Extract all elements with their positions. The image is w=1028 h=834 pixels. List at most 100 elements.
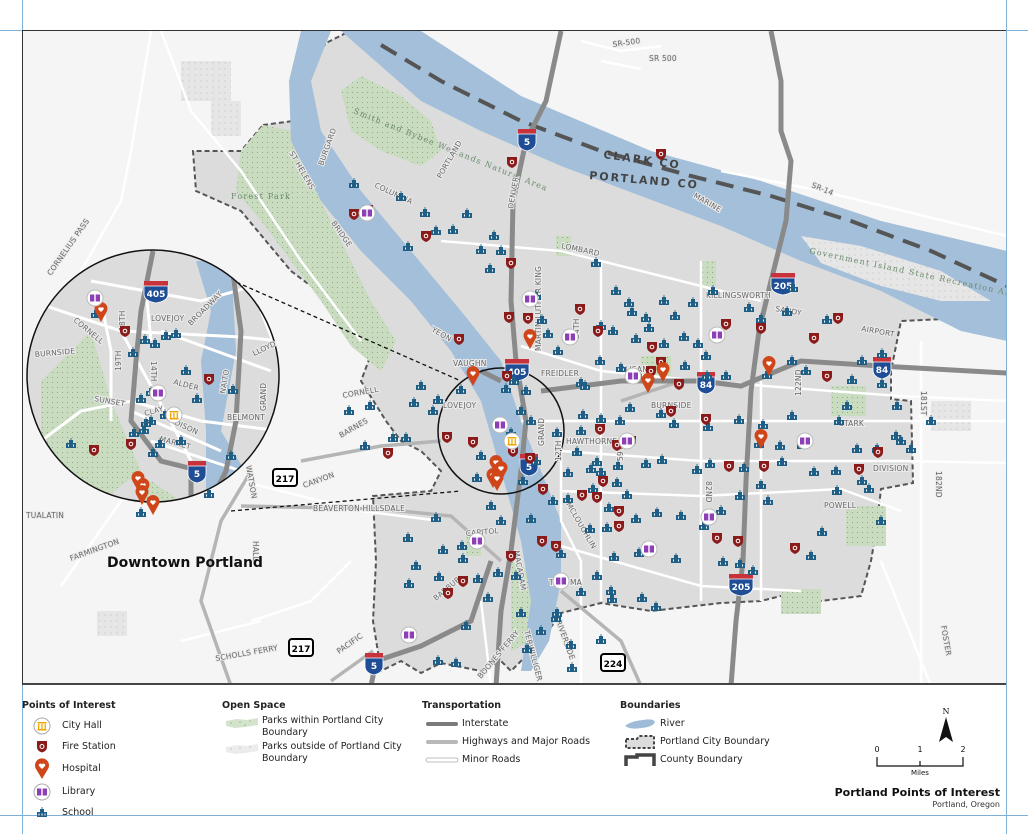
- legend-label: Minor Roads: [462, 754, 521, 765]
- park-label-forest: Forest Park: [231, 192, 291, 201]
- legend-label: City Hall: [62, 719, 102, 731]
- library-icon[interactable]: [468, 532, 486, 550]
- legend-label: River: [660, 718, 685, 729]
- hospital-icon[interactable]: [146, 495, 160, 515]
- legend-item-parks-outside: Parks outside of Portland City Boundary: [222, 741, 412, 767]
- interstate-shield-5: 5: [187, 461, 207, 484]
- minor-road-swatch: [422, 757, 462, 763]
- scale-tick-label: 2: [960, 745, 965, 754]
- road-label-beaverton: BEAVERTON HILLSDALE: [313, 504, 405, 513]
- legend-label: Portland City Boundary: [660, 736, 770, 747]
- north-label: N: [943, 707, 950, 716]
- library-icon[interactable]: [700, 508, 718, 526]
- map-frame[interactable]: 217 217 224 405 5 84 205 5 84 205 405 5 5 CLARK CO …: [22, 30, 1006, 685]
- interstate-shield-label: 84: [700, 381, 713, 391]
- map-subtitle: Portland, Oregon: [932, 800, 1000, 809]
- interstate-swatch: [422, 721, 462, 727]
- state-route-shield-217: 217: [272, 468, 298, 487]
- legend-item-school: School: [22, 802, 116, 823]
- city-hall-icon[interactable]: [503, 432, 521, 450]
- city-hall-icon[interactable]: [165, 406, 183, 424]
- major-road-swatch: [422, 739, 462, 745]
- legend-boundaries: Boundaries River Portland City Boundary …: [620, 700, 770, 769]
- library-icon[interactable]: [358, 204, 376, 222]
- school-icon[interactable]: [567, 662, 577, 672]
- road-label-grand: GRAND: [537, 418, 546, 446]
- road-label-sr14: SR-14: [810, 181, 835, 198]
- library-icon[interactable]: [86, 289, 104, 307]
- road-label-eightysecond: 82ND: [704, 481, 713, 503]
- legend-item-hospital: Hospital: [22, 757, 116, 781]
- interstate-shield-205: 205: [728, 574, 754, 597]
- interstate-shield-405: 405: [143, 281, 169, 304]
- interstate-shield-label: 84: [876, 366, 889, 376]
- library-icon[interactable]: [561, 328, 579, 346]
- road-label-oneeightysecond: 182ND: [934, 471, 943, 498]
- legend-item-minor-roads: Minor Roads: [422, 751, 590, 769]
- legend-poi: Points of Interest City Hall Fire Statio…: [22, 700, 116, 823]
- road-label-inset-lovejoy: LOVEJOY: [151, 314, 184, 323]
- interstate-shield-label: 5: [524, 138, 530, 148]
- library-icon[interactable]: [491, 416, 509, 434]
- library-icon[interactable]: [618, 432, 636, 450]
- library-icon[interactable]: [640, 540, 658, 558]
- interstate-shield-84: 84: [872, 357, 892, 380]
- road-label-inset-19th: 19TH: [114, 350, 123, 371]
- interstate-shield-label: 5: [371, 662, 377, 672]
- title-block: N 0 1 2 Miles Portland Points of Interes…: [800, 700, 1000, 810]
- legend-label: County Boundary: [660, 754, 743, 765]
- road-label-inset-belmont: BELMONT: [227, 413, 265, 422]
- interstate-shield-label: 405: [147, 290, 166, 300]
- road-label-tualatin: TUALATIN: [25, 511, 64, 520]
- fire-station-icon: [22, 740, 62, 753]
- school-icon[interactable]: [136, 507, 146, 517]
- library-icon[interactable]: [149, 384, 167, 402]
- school-icon[interactable]: [360, 440, 370, 450]
- legend-label: Interstate: [462, 718, 509, 729]
- library-icon[interactable]: [400, 626, 418, 644]
- legend-label: Hospital: [62, 763, 101, 774]
- scale-tick-label: 0: [874, 745, 879, 754]
- library-icon[interactable]: [521, 290, 539, 308]
- state-route-label: 224: [604, 660, 623, 670]
- library-icon[interactable]: [552, 572, 570, 590]
- legend-item-interstate: Interstate: [422, 715, 590, 733]
- map-title: Portland Points of Interest: [834, 786, 1000, 799]
- legend-label: School: [62, 806, 94, 818]
- road-label-powell: POWELL: [824, 501, 857, 510]
- legend-item-parks-inside: Parks within Portland City Boundary: [222, 715, 412, 741]
- legend-item-county-boundary: County Boundary: [620, 751, 770, 769]
- state-route-shield-224: 224: [600, 653, 626, 672]
- legend-label: Highways and Major Roads: [462, 736, 591, 747]
- legend-boundaries-heading: Boundaries: [620, 700, 681, 711]
- scale-tick-label: 1: [917, 745, 922, 754]
- school-icon: [22, 807, 62, 818]
- legend-transportation: Transportation Interstate Highways and M…: [422, 700, 590, 769]
- road-label-lovejoy: LOVEJOY: [443, 401, 476, 410]
- road-label-sr500a: SR-500: [612, 36, 641, 49]
- legend-label: Parks outside of Portland City Boundary: [262, 741, 402, 764]
- state-route-label: 217: [276, 475, 295, 485]
- state-route-label: 217: [292, 645, 311, 655]
- map-canvas[interactable]: 217217224 40558420558420540555 CLARK CO …: [23, 31, 1006, 685]
- road-label-twelfth: 12TH: [554, 440, 563, 461]
- library-icon[interactable]: [796, 432, 814, 450]
- legend-open-space: Open Space Parks within Portland City Bo…: [222, 700, 412, 767]
- library-icon[interactable]: [708, 326, 726, 344]
- fire-station-icon[interactable]: [383, 448, 393, 459]
- road-label-foster: FOSTER: [939, 625, 953, 657]
- county-boundary-swatch: [620, 752, 660, 768]
- city-boundary-swatch: [620, 734, 660, 750]
- road-label-oneeightyfirst: 181ST: [919, 391, 928, 416]
- legend-item-fire-station: Fire Station: [22, 736, 116, 757]
- school-icon[interactable]: [596, 634, 606, 644]
- park-outside-swatch: [222, 741, 262, 755]
- school-icon[interactable]: [344, 405, 354, 415]
- guide-line-right: [1006, 0, 1007, 834]
- legend-label: Fire Station: [62, 740, 116, 752]
- inset-title: Downtown Portland: [107, 555, 263, 571]
- library-icon: [22, 783, 62, 801]
- legend-item-city-hall: City Hall: [22, 715, 116, 736]
- library-icon[interactable]: [624, 367, 642, 385]
- river-swatch: [620, 717, 660, 731]
